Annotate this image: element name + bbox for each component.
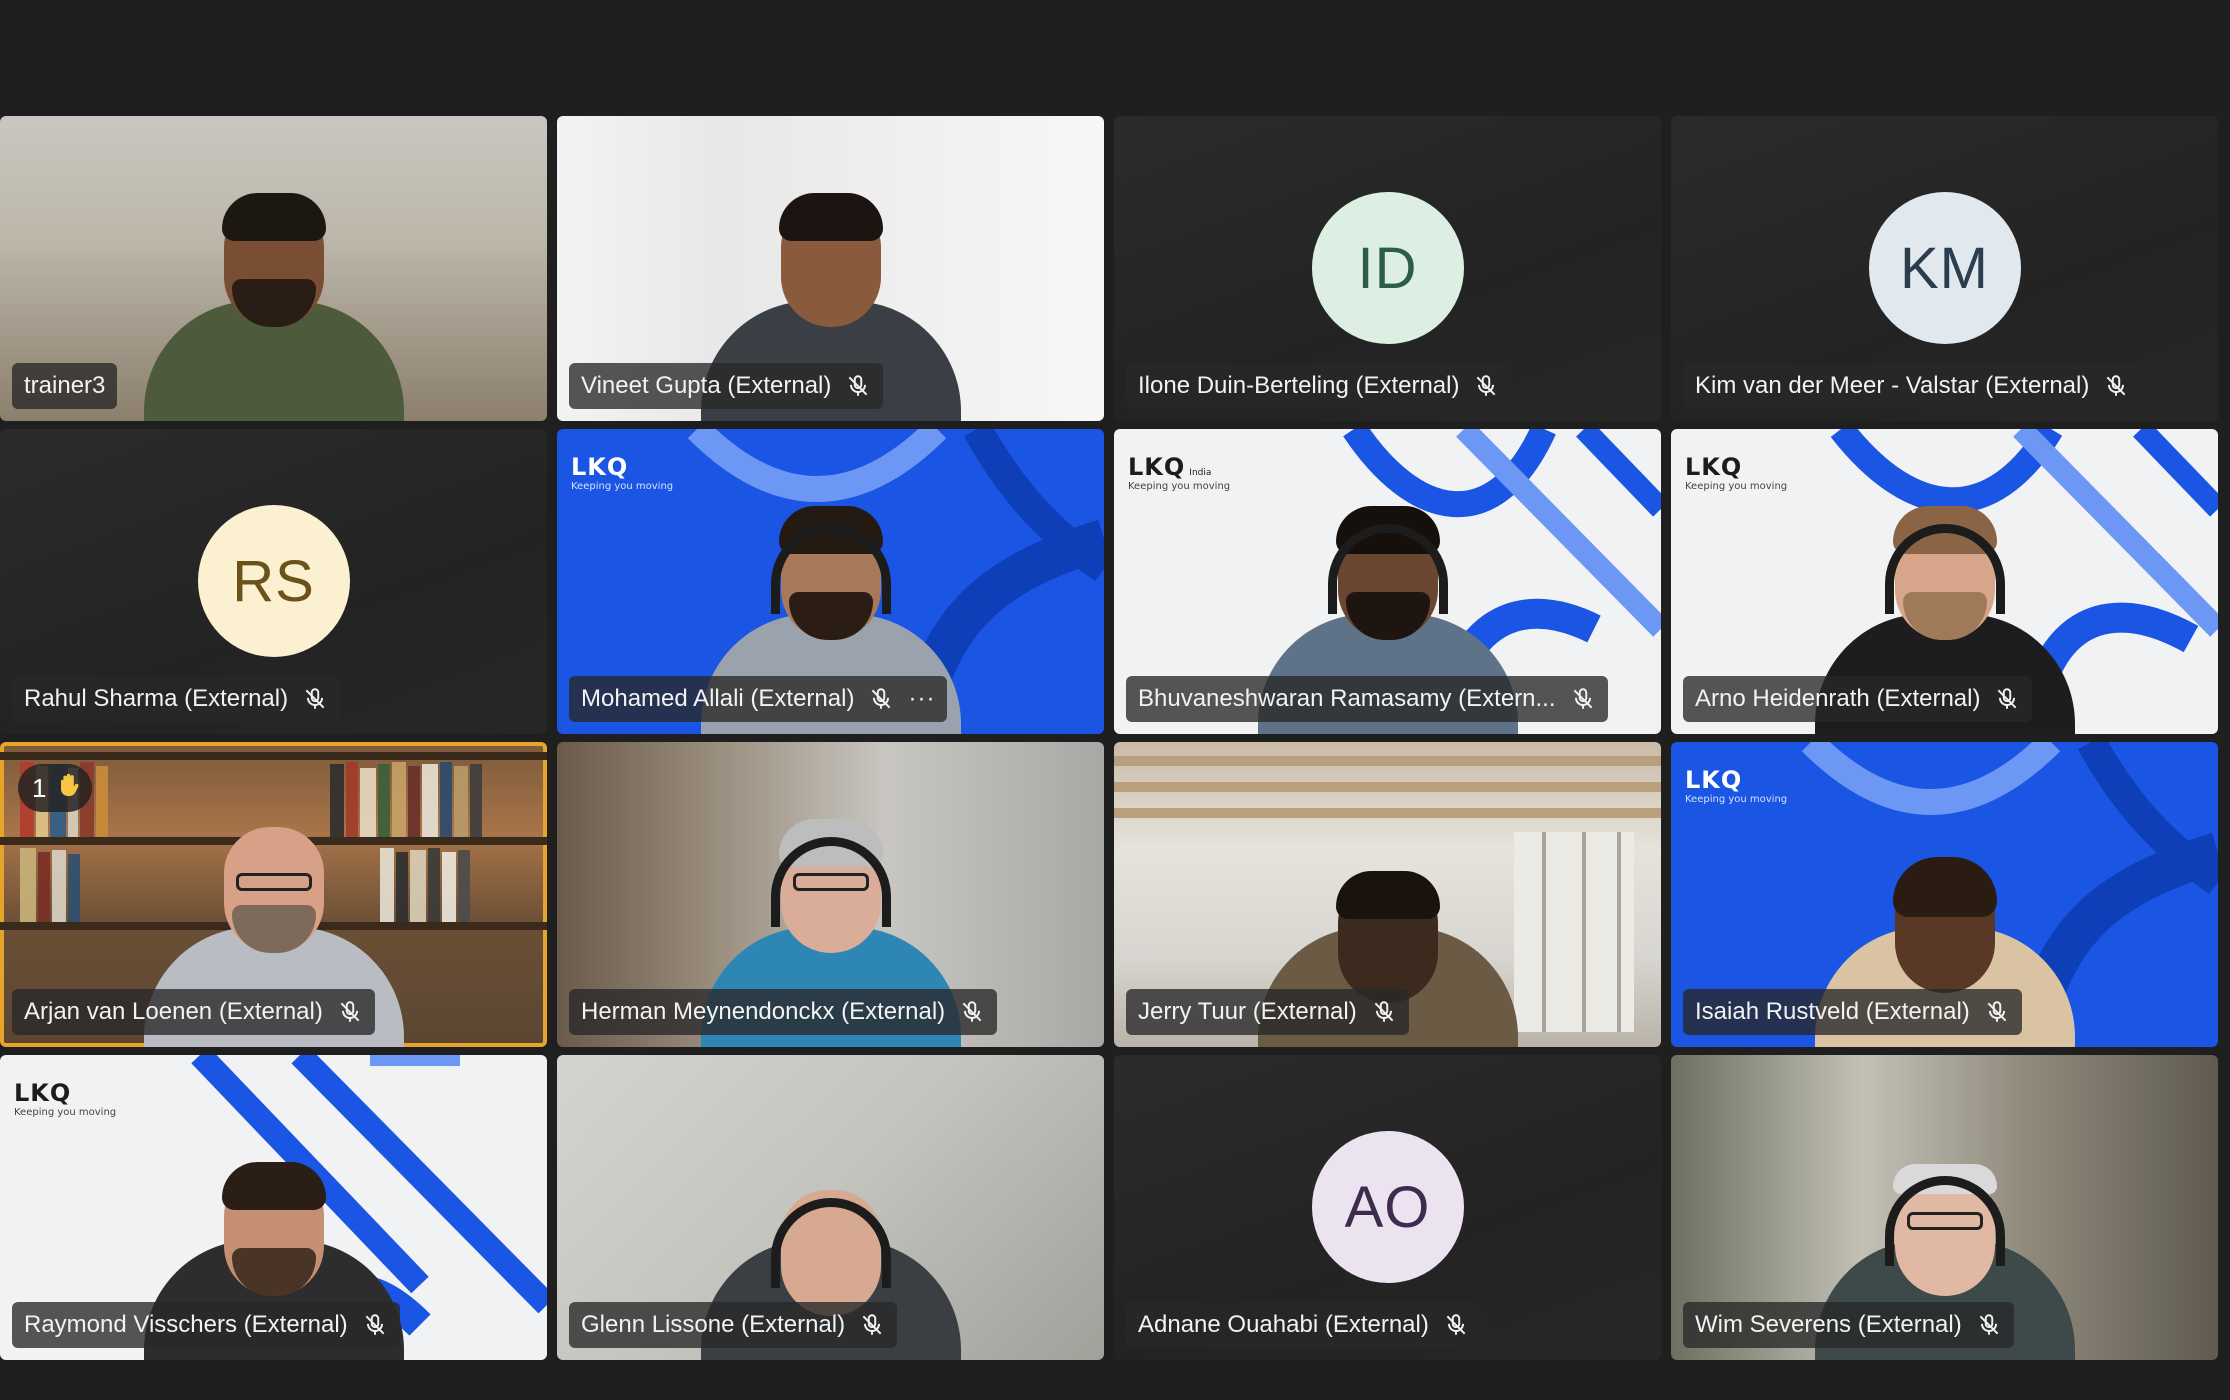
participant-tile[interactable]: Jerry Tuur (External)	[1114, 742, 1661, 1047]
participant-name: Adnane Ouahabi (External)	[1138, 1311, 1429, 1338]
avatar-initials: ID	[1357, 235, 1418, 301]
lkq-logo: LKQ	[1685, 766, 1743, 794]
participant-name-tag: Arjan van Loenen (External)	[12, 989, 375, 1035]
participant-name-tag: Rahul Sharma (External)	[12, 676, 341, 722]
participant-name: Rahul Sharma (External)	[24, 685, 289, 712]
participant-name-tag: Kim van der Meer - Valstar (External)	[1683, 363, 2142, 409]
participant-tile[interactable]: Glenn Lissone (External)	[557, 1055, 1104, 1360]
participant-name-tag: Herman Meynendonckx (External)	[569, 989, 998, 1035]
mic-off-icon	[859, 1312, 885, 1338]
participant-name-tag: Ilone Duin-Berteling (External)	[1126, 363, 1512, 409]
participant-name-tag: Vineet Gupta (External)	[569, 363, 884, 409]
participant-avatar: RS	[197, 505, 350, 657]
more-options-icon[interactable]: ···	[908, 687, 935, 711]
participant-name: Raymond Visschers (External)	[24, 1311, 348, 1338]
participant-name-tag: Jerry Tuur (External)	[1126, 989, 1409, 1035]
participant-name-tag: Mohamed Allali (External) ···	[569, 676, 948, 722]
mic-off-icon	[1570, 686, 1596, 712]
lkq-logo: LKQ India	[1128, 453, 1211, 481]
raised-hand-icon	[54, 771, 82, 806]
mic-off-icon	[1994, 686, 2020, 712]
participant-video	[143, 181, 404, 421]
lkq-india-label: India	[1189, 468, 1212, 478]
participant-name-tag: Isaiah Rustveld (External)	[1683, 989, 2022, 1035]
participant-avatar: KM	[1868, 192, 2021, 344]
participant-name: Jerry Tuur (External)	[1138, 998, 1357, 1025]
participant-name: Bhuvaneshwaran Ramasamy (Extern...	[1138, 685, 1556, 712]
avatar-initials: KM	[1900, 235, 1989, 301]
participant-tile[interactable]: KM Kim van der Meer - Valstar (External)	[1671, 116, 2218, 421]
participant-name-tag: trainer3	[12, 363, 118, 409]
participant-tile-active-speaker[interactable]: 1 Arjan van Loenen (External)	[0, 742, 547, 1047]
participant-tile[interactable]: Wim Severens (External)	[1671, 1055, 2218, 1360]
mic-off-icon	[1984, 999, 2010, 1025]
participant-name: Vineet Gupta (External)	[581, 372, 832, 399]
participant-tile[interactable]: trainer3	[0, 116, 547, 421]
participant-name: Herman Meynendonckx (External)	[581, 998, 946, 1025]
participant-tile[interactable]: RS Rahul Sharma (External)	[0, 429, 547, 734]
participant-name-tag: Bhuvaneshwaran Ramasamy (Extern...	[1126, 676, 1608, 722]
participant-name-tag: Glenn Lissone (External)	[569, 1302, 898, 1348]
participant-avatar: AO	[1311, 1131, 1464, 1283]
raised-hand-badge: 1	[18, 764, 93, 812]
participant-name: Arno Heidenrath (External)	[1695, 685, 1981, 712]
participant-tile[interactable]: ID Ilone Duin-Berteling (External)	[1114, 116, 1661, 421]
participant-name: Wim Severens (External)	[1695, 1311, 1962, 1338]
mic-off-icon	[337, 999, 363, 1025]
lkq-logo: LKQ	[1685, 453, 1743, 481]
lkq-tagline: Keeping you moving	[14, 1107, 117, 1118]
participant-tile[interactable]: LKQ Keeping you moving Arno Heidenrath (…	[1671, 429, 2218, 734]
participant-name: Ilone Duin-Berteling (External)	[1138, 372, 1460, 399]
lkq-tagline: Keeping you moving	[1128, 481, 1231, 492]
mic-off-icon	[845, 373, 871, 399]
participant-tile[interactable]: LKQ Keeping you moving Isaiah Rustveld (…	[1671, 742, 2218, 1047]
participant-name: Glenn Lissone (External)	[581, 1311, 846, 1338]
participant-tile[interactable]: LKQ Keeping you moving Raymond Visschers…	[0, 1055, 547, 1360]
participant-name: trainer3	[24, 372, 106, 399]
participant-name: Isaiah Rustveld (External)	[1695, 998, 1970, 1025]
participant-name: Arjan van Loenen (External)	[24, 998, 323, 1025]
participant-tile[interactable]: LKQ Keeping you moving Mohamed Allali (E…	[557, 429, 1104, 734]
lkq-tagline: Keeping you moving	[1685, 794, 1788, 805]
mic-off-icon	[959, 999, 985, 1025]
mic-off-icon	[1976, 1312, 2002, 1338]
raised-hand-count: 1	[32, 772, 47, 803]
participant-name-tag: Wim Severens (External)	[1683, 1302, 2014, 1348]
mic-off-icon	[362, 1312, 388, 1338]
mic-off-icon	[1443, 1312, 1469, 1338]
participant-grid: trainer3 Vineet Gupta (External) ID Ilon…	[0, 116, 2218, 1360]
participant-tile[interactable]: Herman Meynendonckx (External)	[557, 742, 1104, 1047]
participant-name: Mohamed Allali (External)	[581, 685, 855, 712]
avatar-initials: RS	[232, 548, 315, 614]
mic-off-icon	[302, 686, 328, 712]
lkq-tagline: Keeping you moving	[1685, 481, 1788, 492]
mic-off-icon	[2103, 373, 2129, 399]
lkq-tagline: Keeping you moving	[571, 481, 674, 492]
lkq-logo: LKQ	[571, 453, 629, 481]
lkq-logo-text: LKQ	[1128, 453, 1186, 481]
mic-off-icon	[1371, 999, 1397, 1025]
mic-off-icon	[1473, 373, 1499, 399]
avatar-initials: AO	[1344, 1174, 1431, 1240]
participant-tile[interactable]: LKQ India Keeping you moving Bhuvaneshwar…	[1114, 429, 1661, 734]
participant-name-tag: Adnane Ouahabi (External)	[1126, 1302, 1481, 1348]
lkq-logo: LKQ	[14, 1079, 72, 1107]
participant-tile[interactable]: AO Adnane Ouahabi (External)	[1114, 1055, 1661, 1360]
participant-avatar: ID	[1311, 192, 1464, 344]
participant-name: Kim van der Meer - Valstar (External)	[1695, 372, 2090, 399]
participant-name-tag: Arno Heidenrath (External)	[1683, 676, 2033, 722]
participant-tile[interactable]: Vineet Gupta (External)	[557, 116, 1104, 421]
meeting-stage: trainer3 Vineet Gupta (External) ID Ilon…	[0, 116, 2230, 1362]
participant-name-tag: Raymond Visschers (External)	[12, 1302, 400, 1348]
mic-off-icon	[868, 686, 894, 712]
